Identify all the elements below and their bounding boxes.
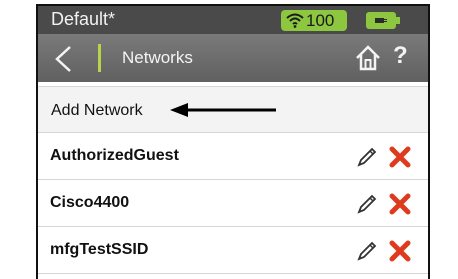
help-button[interactable]: ? [393, 42, 408, 70]
network-name: Cisco4400 [50, 194, 130, 211]
network-name: mfgTestSSID [50, 241, 149, 258]
network-row[interactable]: mfgTestSSID [38, 227, 428, 274]
delete-x-icon[interactable] [389, 240, 411, 262]
status-bar: Default* 100 [38, 6, 428, 34]
nav-divider [98, 44, 101, 72]
network-row[interactable]: AuthorizedGuest [38, 133, 428, 180]
network-row[interactable]: Cisco4400 [38, 180, 428, 227]
device-screen: Default* 100 Networks ? Add Network Auth… [36, 4, 430, 279]
nav-bar: Networks ? [38, 34, 428, 82]
delete-x-icon[interactable] [389, 193, 411, 215]
battery-icon [366, 12, 396, 29]
chevron-left-icon[interactable] [52, 44, 76, 74]
profile-title: Default* [51, 9, 116, 29]
delete-x-icon[interactable] [389, 146, 411, 168]
home-icon[interactable] [354, 44, 382, 72]
pencil-icon[interactable] [356, 240, 378, 262]
battery-tip [396, 17, 400, 24]
add-network-label: Add Network [51, 102, 143, 119]
pencil-icon[interactable] [356, 193, 378, 215]
network-name: AuthorizedGuest [50, 147, 179, 164]
wifi-signal-value: 100 [306, 11, 335, 30]
add-network-row[interactable]: Add Network [38, 86, 428, 133]
wifi-icon [286, 13, 304, 28]
plug-icon [375, 18, 387, 23]
wifi-signal-badge: 100 [281, 10, 347, 31]
arrow-left-icon [170, 103, 276, 117]
pencil-icon[interactable] [356, 146, 378, 168]
page-title: Networks [122, 48, 193, 67]
